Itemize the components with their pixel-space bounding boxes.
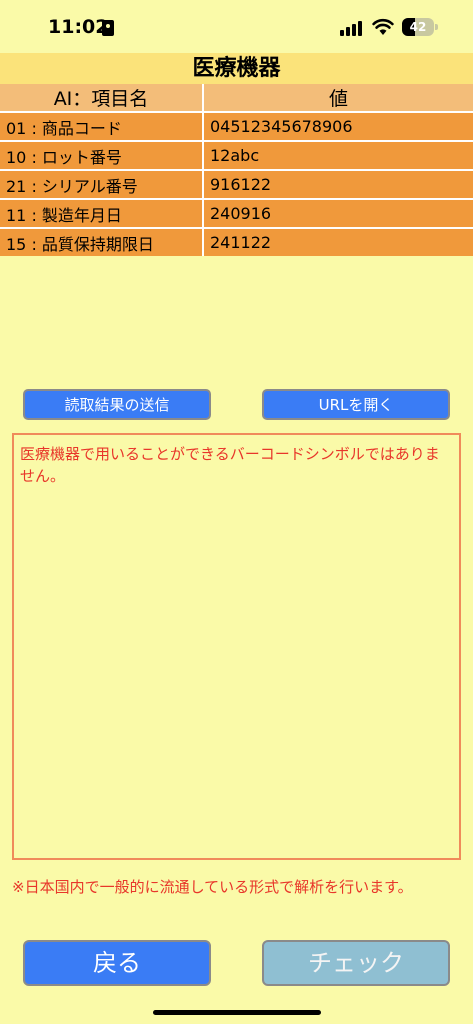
column-header-value: 値 xyxy=(203,84,473,112)
message-text: 医療機器で用いることができるバーコードシンボルではありません。 xyxy=(20,445,440,485)
cellular-signal-icon xyxy=(340,20,364,36)
table-row: 11 : 製造年月日 240916 xyxy=(0,198,473,228)
table-header-row: AI：項目名 値 xyxy=(0,84,473,112)
battery-tip xyxy=(435,24,438,30)
person-id-icon xyxy=(102,20,114,36)
battery-icon: 42 xyxy=(402,18,434,36)
status-bar: 11:02 42 xyxy=(0,0,473,52)
back-button[interactable]: 戻る xyxy=(23,940,211,986)
result-table: AI：項目名 値 01 : 商品コード 04512345678906 10 : … xyxy=(0,84,473,256)
message-box: 医療機器で用いることができるバーコードシンボルではありません。 xyxy=(12,433,461,860)
table-row: 01 : 商品コード 04512345678906 xyxy=(0,111,473,141)
open-url-button[interactable]: URLを開く xyxy=(262,389,450,420)
table-cell-item: 10 : ロット番号 xyxy=(0,140,204,170)
table-cell-item: 01 : 商品コード xyxy=(0,111,204,141)
table-row: 15 : 品質保持期限日 241122 xyxy=(0,227,473,256)
battery-level: 42 xyxy=(409,20,427,34)
table-cell-value: 12abc xyxy=(203,140,473,170)
column-header-item: AI：項目名 xyxy=(0,84,204,112)
note-text: ※日本国内で一般的に流通している形式で解析を行います。 xyxy=(12,878,413,896)
home-indicator[interactable] xyxy=(153,1010,321,1015)
page-title: 医療機器 xyxy=(0,53,473,84)
table-cell-item: 15 : 品質保持期限日 xyxy=(0,227,204,256)
status-time: 11:02 xyxy=(48,16,109,38)
send-result-button[interactable]: 読取結果の送信 xyxy=(23,389,211,420)
table-cell-value: 241122 xyxy=(203,227,473,256)
wifi-icon xyxy=(372,18,394,35)
table-row: 21 : シリアル番号 916122 xyxy=(0,169,473,199)
table-cell-value: 04512345678906 xyxy=(203,111,473,141)
table-cell-item: 11 : 製造年月日 xyxy=(0,198,204,228)
table-cell-item: 21 : シリアル番号 xyxy=(0,169,204,199)
table-cell-value: 916122 xyxy=(203,169,473,199)
check-button[interactable]: チェック xyxy=(262,940,450,986)
table-cell-value: 240916 xyxy=(203,198,473,228)
table-row: 10 : ロット番号 12abc xyxy=(0,140,473,170)
